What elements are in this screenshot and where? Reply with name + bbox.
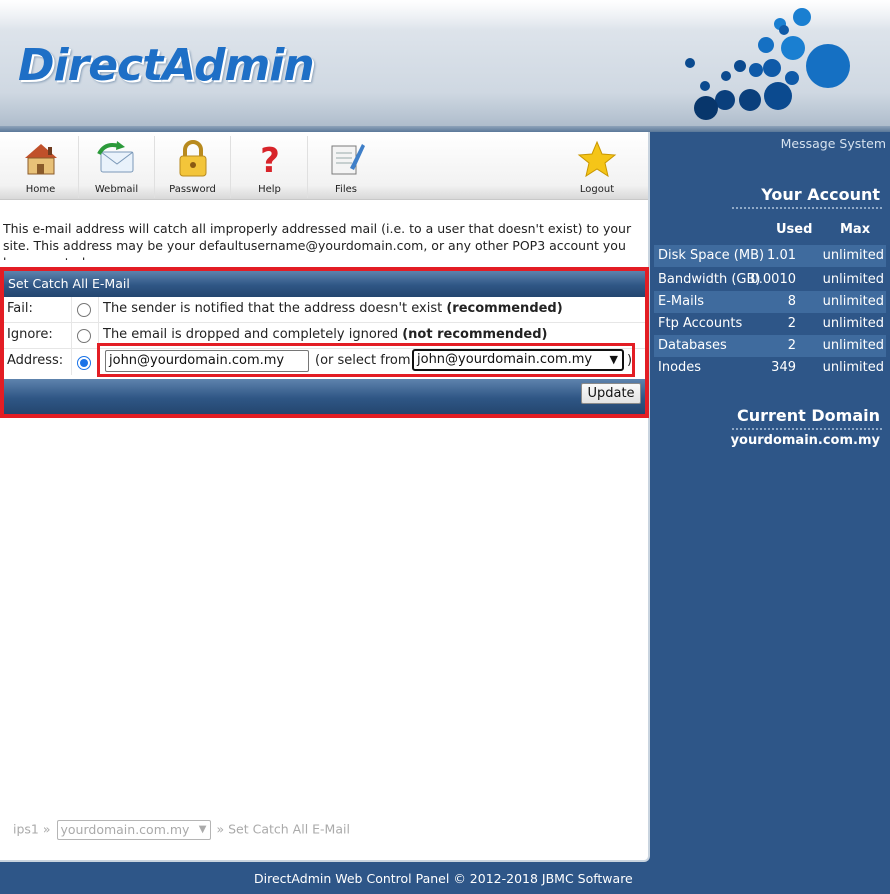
toolbar-help[interactable]: ? Help	[232, 136, 308, 198]
update-button[interactable]: Update	[581, 383, 641, 404]
header: DirectAdmin	[0, 0, 890, 132]
address-select-value: john@yourdomain.com.my	[417, 352, 593, 367]
logo-bubbles-icon	[685, 8, 850, 120]
stat-used: 2	[787, 338, 796, 353]
catch-all-form: Set Catch All E-Mail Fail: The sender is…	[0, 267, 649, 418]
form-title: Set Catch All E-Mail	[4, 271, 645, 297]
toolbar-label: Files	[335, 184, 357, 195]
toolbar-webmail[interactable]: Webmail	[79, 136, 155, 198]
lock-icon	[179, 140, 207, 177]
fail-radio[interactable]	[77, 303, 91, 317]
stat-used: 2	[787, 316, 796, 331]
sidebar: Message System Your Account Used Max Dis…	[650, 132, 890, 462]
domain-select[interactable]: yourdomain.com.my ▼	[56, 820, 211, 840]
home-icon	[25, 144, 57, 175]
address-radio[interactable]	[77, 356, 91, 370]
toolbar: Home Webmail Password ? Help Files Logou…	[0, 132, 648, 200]
stat-row: Ftp Accounts 2 unlimited	[654, 313, 886, 335]
files-icon	[331, 144, 365, 175]
form-footer: Update	[4, 379, 645, 414]
address-select[interactable]: john@yourdomain.com.my ▼	[412, 349, 624, 371]
stat-name: Databases	[658, 338, 727, 353]
breadcrumb-page: Set Catch All E-Mail	[228, 821, 350, 837]
stat-row: Bandwidth (GB) 0.0010 unlimited	[654, 269, 886, 291]
max-column-header: Max	[840, 222, 871, 237]
current-domain-heading: Current Domain	[737, 406, 880, 425]
option-label: Fail:	[7, 301, 33, 316]
stat-row: Disk Space (MB) 1.01 unlimited	[654, 245, 886, 267]
stat-used: 0.0010	[750, 272, 797, 287]
or-select-text: (or select from	[315, 353, 411, 368]
stat-max: unlimited	[822, 294, 884, 309]
chevron-down-icon: ▼	[609, 353, 618, 366]
address-highlight: john@yourdomain.com.my (or select from j…	[97, 343, 635, 377]
stat-used: 8	[787, 294, 796, 309]
current-domain-link[interactable]: yourdomain.com.my	[731, 433, 880, 448]
heading-divider	[732, 207, 882, 209]
used-column-header: Used	[776, 222, 813, 237]
stat-used: 349	[771, 360, 796, 375]
toolbar-label: Webmail	[94, 184, 139, 195]
stat-name: Inodes	[658, 360, 702, 375]
stat-max: unlimited	[822, 360, 884, 375]
option-text: The email is dropped and completely igno…	[103, 327, 548, 342]
star-icon	[577, 140, 617, 178]
stat-row: E-Mails 8 unlimited	[654, 291, 886, 313]
stat-name: Ftp Accounts	[658, 316, 743, 331]
toolbar-label: Logout	[579, 184, 615, 195]
toolbar-label: Password	[169, 184, 216, 195]
webmail-icon	[97, 141, 134, 173]
stat-name: Bandwidth (GB)	[658, 272, 761, 287]
breadcrumb: ips1 » yourdomain.com.my ▼ » Set Catch A…	[13, 820, 350, 840]
intro-text: This e-mail address will catch all impro…	[3, 221, 632, 260]
message-system-link[interactable]: Message System	[781, 136, 886, 151]
stat-row: Inodes 349 unlimited	[654, 357, 886, 379]
main-panel: Home Webmail Password ? Help Files Logou…	[0, 132, 650, 862]
help-icon: ?	[260, 141, 280, 180]
heading-divider	[732, 428, 882, 430]
toolbar-logout[interactable]: Logout	[559, 136, 635, 198]
svg-text:?: ?	[260, 141, 280, 180]
toolbar-label: Home	[25, 184, 56, 195]
stats-header: Used Max	[650, 222, 890, 240]
option-fail-row: Fail: The sender is notified that the ad…	[4, 297, 645, 323]
your-account-heading: Your Account	[761, 185, 880, 204]
breadcrumb-separator: »	[216, 821, 225, 837]
stat-name: Disk Space (MB)	[658, 248, 765, 263]
stat-used: 1.01	[767, 248, 796, 263]
directadmin-logo[interactable]: DirectAdmin	[18, 40, 315, 91]
stat-max: unlimited	[822, 272, 884, 287]
address-input[interactable]: john@yourdomain.com.my	[105, 350, 309, 372]
stat-row: Databases 2 unlimited	[654, 335, 886, 357]
breadcrumb-separator: »	[42, 821, 51, 837]
toolbar-files[interactable]: Files	[308, 136, 384, 198]
ignore-radio[interactable]	[77, 329, 91, 343]
stat-max: unlimited	[822, 316, 884, 331]
stat-name: E-Mails	[658, 294, 705, 309]
footer-copyright: DirectAdmin Web Control Panel © 2012-201…	[254, 871, 633, 886]
column-divider	[71, 297, 72, 375]
domain-select-value: yourdomain.com.my	[60, 822, 190, 837]
toolbar-password[interactable]: Password	[155, 136, 231, 198]
option-label: Address:	[7, 353, 64, 368]
toolbar-label: Help	[258, 184, 281, 195]
chevron-down-icon: ▼	[198, 824, 207, 835]
close-paren: )	[627, 353, 633, 368]
toolbar-home[interactable]: Home	[3, 136, 79, 198]
option-label: Ignore:	[7, 327, 53, 342]
breadcrumb-user[interactable]: ips1	[13, 822, 39, 837]
option-text: The sender is notified that the address …	[103, 301, 563, 316]
stat-max: unlimited	[822, 248, 884, 263]
stat-max: unlimited	[822, 338, 884, 353]
